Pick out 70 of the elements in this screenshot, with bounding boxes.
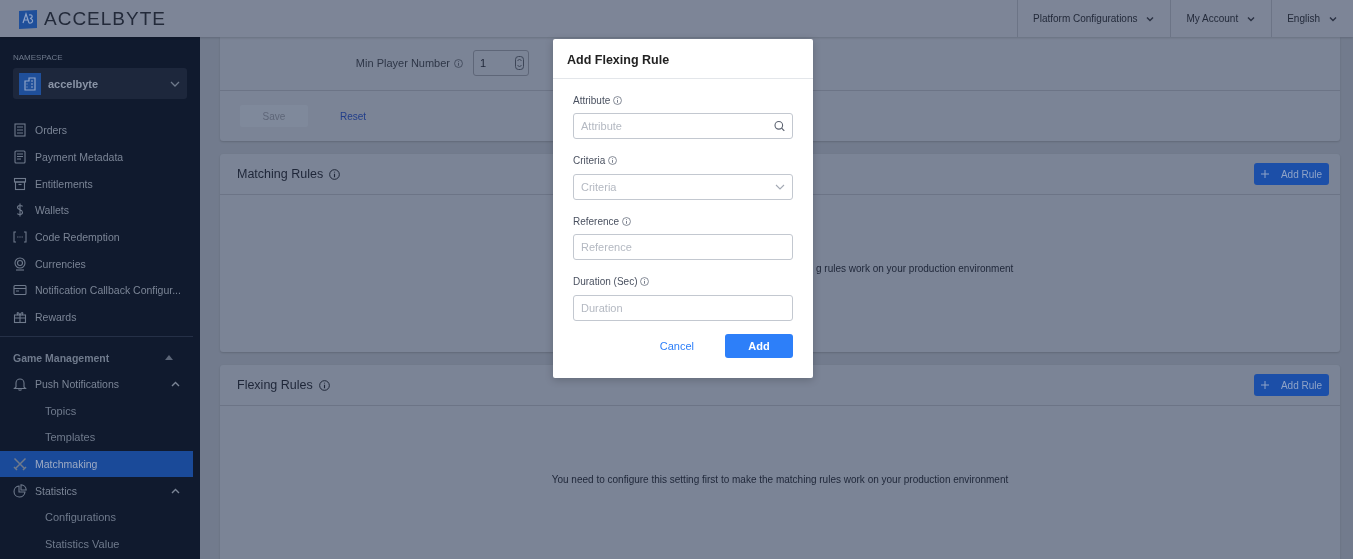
text-field[interactable]: Reference — [573, 234, 793, 260]
brackets-icon — [13, 230, 27, 245]
info-icon — [640, 277, 650, 286]
chevron-up-icon — [171, 380, 180, 387]
field-label: Attribute — [573, 94, 611, 106]
chevron-down-icon — [1146, 15, 1155, 22]
gift-icon — [13, 310, 27, 325]
document-icon — [13, 150, 27, 165]
nav-subitem[interactable]: Configurations — [0, 503, 193, 531]
info-icon — [608, 156, 618, 165]
nav-item[interactable]: Rewards — [0, 303, 193, 331]
nav-item[interactable]: Currencies — [0, 250, 193, 278]
nav-subitem[interactable]: Templates — [0, 423, 193, 451]
empty-message: You need to configure this setting first to make the matching rules work on your production environment — [551, 474, 1009, 485]
field-label: Reference — [573, 215, 620, 227]
nav-item[interactable]: Statistics — [0, 477, 193, 504]
card-title: Matching Rules — [237, 167, 324, 181]
add-rule-button[interactable]: Add Rule — [1254, 163, 1329, 185]
empty-message: g rules work on your production environment — [816, 263, 1014, 274]
nav-item[interactable]: Notification Callback Configur... — [0, 277, 193, 304]
brand-name: ACCELBYTE — [44, 7, 166, 30]
nav-item[interactable]: Code Redemption — [0, 223, 193, 251]
dropdown-field[interactable]: Criteria — [573, 173, 793, 200]
building-icon — [19, 72, 41, 95]
add-button[interactable]: Add — [725, 334, 793, 358]
reset-link[interactable]: Reset — [340, 110, 367, 122]
chevron-down-icon — [1247, 15, 1256, 22]
namespace-select[interactable]: accelbyte — [13, 68, 187, 99]
info-icon — [329, 168, 341, 180]
cancel-button[interactable]: Cancel — [659, 340, 694, 352]
list-icon — [13, 123, 27, 138]
info-icon — [318, 379, 330, 391]
plus-icon — [1260, 381, 1269, 389]
chevron-down-icon — [775, 183, 785, 190]
plus-icon — [1260, 170, 1269, 178]
field-label: Criteria — [573, 155, 606, 166]
dialog-title: Add Flexing Rule — [553, 39, 813, 79]
nav-subitem[interactable]: Topics — [0, 397, 193, 424]
archive-icon — [13, 176, 27, 191]
field-label: Min Player Number — [354, 57, 450, 69]
info-icon — [454, 58, 463, 68]
crossed-swords-icon — [13, 456, 27, 471]
nav-item[interactable]: Wallets — [0, 197, 193, 224]
chevron-down-icon — [1329, 15, 1337, 22]
nav-subitem[interactable]: Statistics Value — [0, 530, 193, 558]
nav-item[interactable]: Payment Metadata — [0, 143, 193, 171]
chevron-up-icon — [171, 487, 180, 494]
info-icon — [622, 216, 632, 226]
section-header[interactable]: Game Management — [0, 344, 193, 371]
number-field[interactable]: 1 — [473, 50, 529, 76]
nav-item[interactable]: Push Notifications — [0, 370, 193, 398]
search-icon — [774, 120, 785, 132]
field-label: Duration (Sec) — [573, 276, 638, 287]
spinner-icon — [515, 56, 524, 70]
nav-item[interactable]: Orders — [0, 117, 193, 144]
logo-icon — [18, 8, 38, 29]
caret-icon — [165, 355, 173, 360]
bell-icon — [13, 376, 27, 391]
search-field[interactable]: Attribute — [573, 113, 793, 139]
card-icon — [13, 283, 27, 298]
chevron-down-icon — [170, 80, 180, 87]
pie-chart-icon — [13, 483, 27, 498]
card-title: Flexing Rules — [237, 378, 313, 392]
text-field[interactable]: Duration — [573, 294, 793, 321]
add-rule-button[interactable]: Add Rule — [1254, 374, 1329, 396]
namespace-label: NAMESPACE — [12, 53, 64, 62]
nav-item[interactable]: Entitlements — [0, 170, 193, 198]
nav-item[interactable]: Matchmaking — [0, 450, 193, 478]
coin-icon — [13, 256, 27, 271]
info-icon — [613, 95, 623, 105]
